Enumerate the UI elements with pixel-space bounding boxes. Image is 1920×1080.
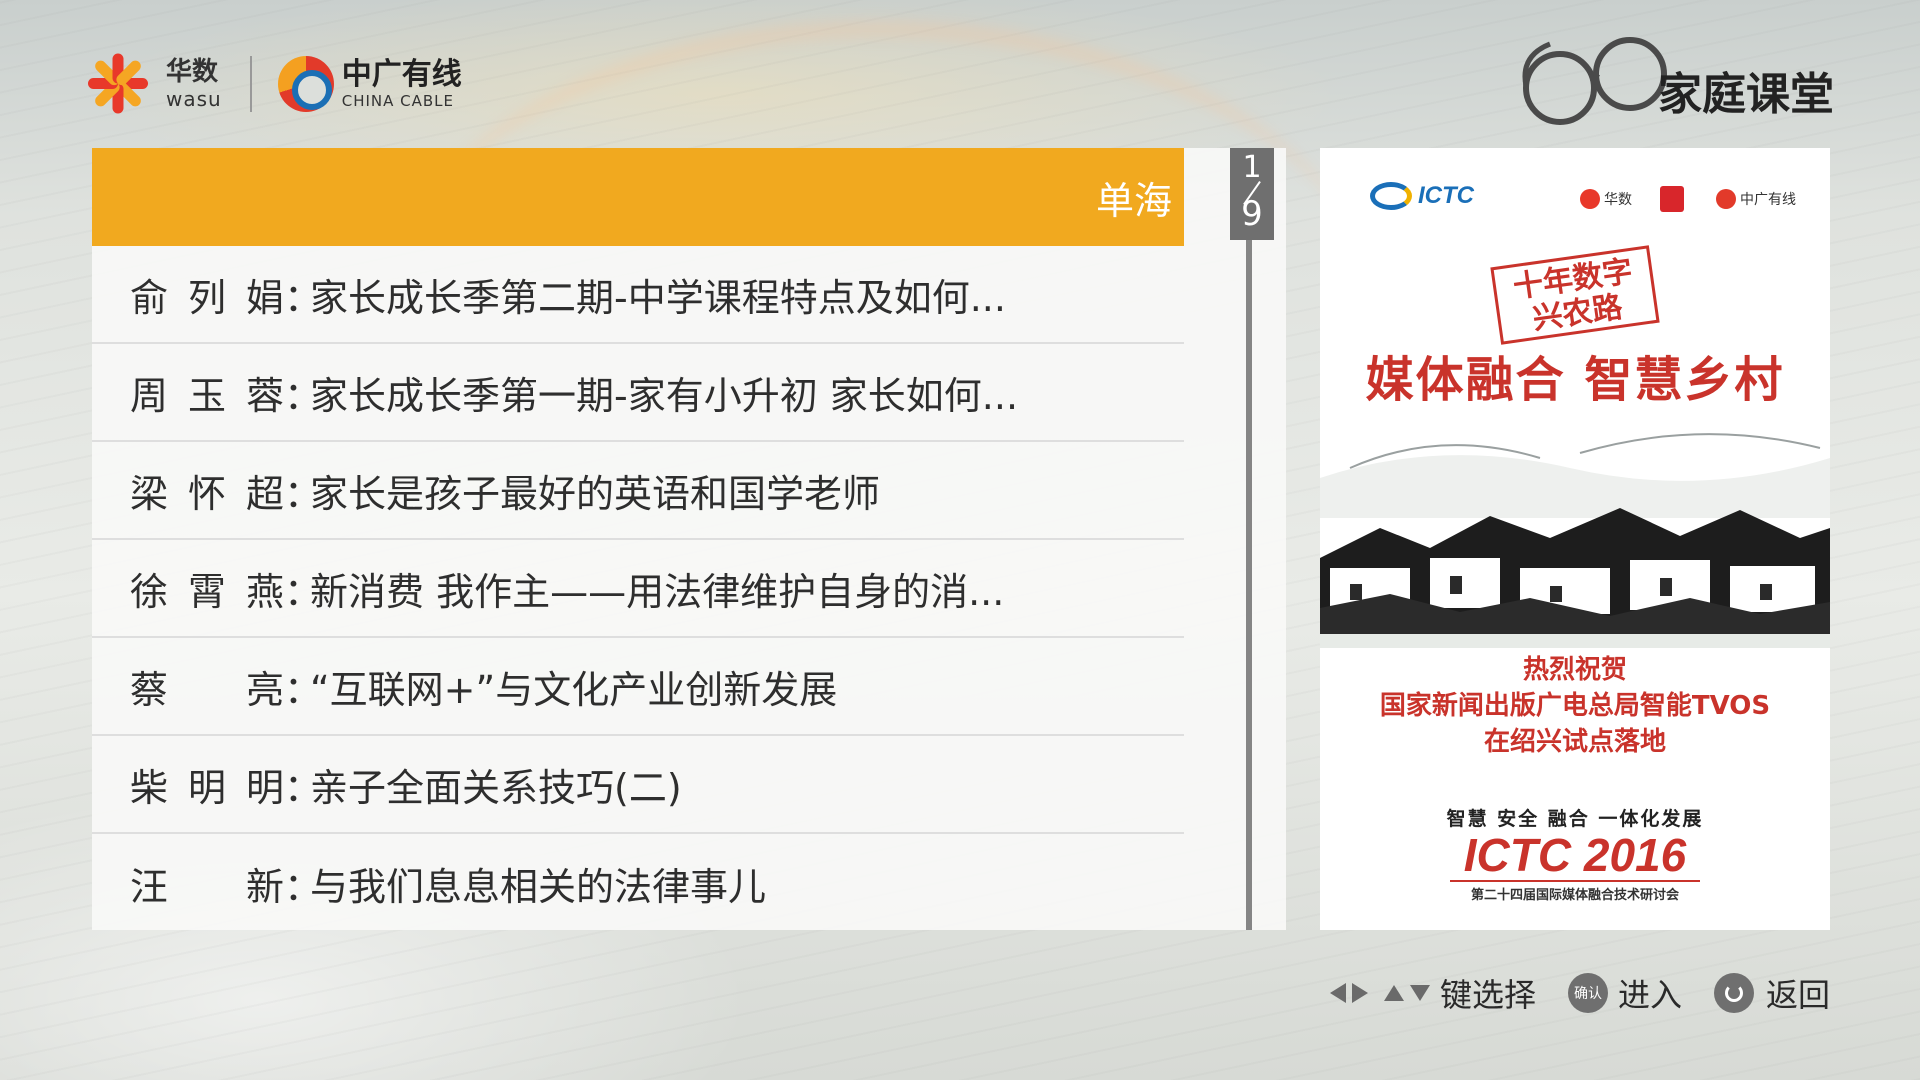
poster-logo-bar: ICTC 华数 中广有线 [1320,168,1830,228]
ictc-logo-text: ICTC [1418,182,1474,209]
ictc-swoosh-icon [1370,182,1412,210]
list-item-colon: ： [284,765,323,810]
arrow-left-icon [1329,983,1346,1003]
china-cable-logo-cn: 中广有线 [341,56,462,92]
list-item-title: 家长成长季第一期-家有小升初 家长如何... [310,373,1019,418]
list-item-speaker: 俞列娟 [130,275,284,320]
wasu-mini-icon [1580,189,1600,209]
arrow-down-icon [1409,985,1430,1001]
list-item-speaker: 汪 新 [130,864,284,909]
list-item-colon: ： [284,864,323,909]
hint-enter-label: 进入 [1617,976,1682,1014]
poster-wasu-text: 华数 [1604,192,1632,208]
poster-divider [1450,880,1700,882]
list-item[interactable]: 汪 新：与我们息息相关的法律事儿 [92,834,1184,932]
list-item-title: “互联网+”与文化产业创新发展 [310,667,838,712]
ok-key-icon: 确认 [1567,973,1608,1013]
list-item-title: 家长成长季第二期-中学课程特点及如何... [310,275,1006,320]
page-title: 家庭课堂 [1658,69,1834,120]
list-item-title: 与我们息息相关的法律事儿 [310,864,767,909]
hint-select-label: 键选择 [1439,976,1536,1014]
list-item[interactable]: 徐霄燕：新消费 我作主——用法律维护自身的消... [92,540,1184,638]
page-total: 9 [1241,194,1263,234]
china-cable-logo-icon [277,56,334,112]
list-item-colon: ： [284,471,323,516]
poster-subtitle: 第二十四届国际媒体融合技术研讨会 [1470,888,1679,903]
list-item-selected[interactable]: 单海 [92,148,1184,246]
china-cable-logo-en: CHINA CABLE [341,91,455,110]
page-header: 家庭课堂 [1510,20,1840,130]
wasu-logo-icon [88,48,158,120]
list-item-title: 家长是孩子最好的英语和国学老师 [310,471,881,516]
hint-back-label: 返回 [1765,976,1830,1014]
wasu-logo-cn: 华数 [166,57,219,87]
wasu-logo-en: wasu [166,87,222,111]
list-item-colon: ： [284,275,323,320]
list-item-colon: ： [284,569,323,614]
red-badge-icon [1660,186,1684,212]
list-item-colon: ： [284,373,323,418]
promo-poster[interactable]: ICTC 华数 中广有线 十年数字 兴农路 媒体融合 智慧乡村 热烈祝贺 国家新… [1320,148,1830,930]
list-item[interactable]: 蔡 亮： “互联网+”与文化产业创新发展 [92,638,1184,736]
list-item[interactable]: 周玉蓉：家长成长季第一期-家有小升初 家长如何... [92,344,1184,442]
list-item[interactable]: 俞列娟：家长成长季第二期-中学课程特点及如何... [92,246,1184,344]
china-cable-mini-icon [1716,189,1736,209]
list-item-title: 亲子全面关系技巧(二) [310,765,682,810]
list-item-colon: ： [284,667,323,712]
list-item-speaker: 徐霄燕 [130,569,284,614]
scrollbar[interactable] [1246,148,1252,930]
poster-congrats-line2: 国家新闻出版广电总局智能TVOS [1379,691,1771,721]
poster-ictc-title: ICTC 2016 [1463,829,1687,881]
poster-congrats-line3: 在绍兴试点落地 [1483,727,1666,757]
list-item-speaker: 柴明明 [130,765,284,810]
brand-divider [249,56,252,112]
arrow-right-icon [1351,983,1368,1003]
poster-china-cable-logo: 中广有线 [1716,186,1796,212]
list-item[interactable]: 柴明明：亲子全面关系技巧(二) [92,736,1184,834]
poster-tagline: 智慧 安全 融合 一体化发展 [1446,808,1704,830]
list-item-title: 新消费 我作主——用法律维护自身的消... [310,569,1005,614]
brand-logos: 华数 wasu 中广有线 CHINA CABLE [88,44,462,124]
poster-slogan-small: 十年数字 兴农路 [1490,245,1660,345]
back-key-icon [1713,973,1754,1013]
poster-congrats-line1: 热烈祝贺 [1522,655,1627,685]
poster-china-cable-text: 中广有线 [1740,192,1796,208]
remote-key-hints: 键选择 确认 进入 返回 [1329,968,1830,1018]
poster-wasu-logo: 华数 [1580,186,1632,212]
list-item-speaker: 周玉蓉 [130,373,284,418]
ictc-logo: ICTC [1370,182,1474,210]
arrow-up-icon [1383,985,1404,1001]
page-current: 1 [1242,150,1262,185]
list-item-speaker: 蔡 亮 [130,667,284,712]
list-item-speaker: 梁怀超 [130,471,284,516]
lecture-list: 单海 俞列娟：家长成长季第二期-中学课程特点及如何... 周玉蓉：家长成长季第一… [92,148,1286,930]
poster-red-logo [1660,186,1688,212]
list-item[interactable]: 梁怀超：家长是孩子最好的英语和国学老师 [92,442,1184,540]
page-indicator: 1 9 [1230,148,1274,240]
poster-congrats: 热烈祝贺 国家新闻出版广电总局智能TVOS 在绍兴试点落地 [1320,652,1830,760]
list-item-title: 单海 [1095,178,1172,223]
